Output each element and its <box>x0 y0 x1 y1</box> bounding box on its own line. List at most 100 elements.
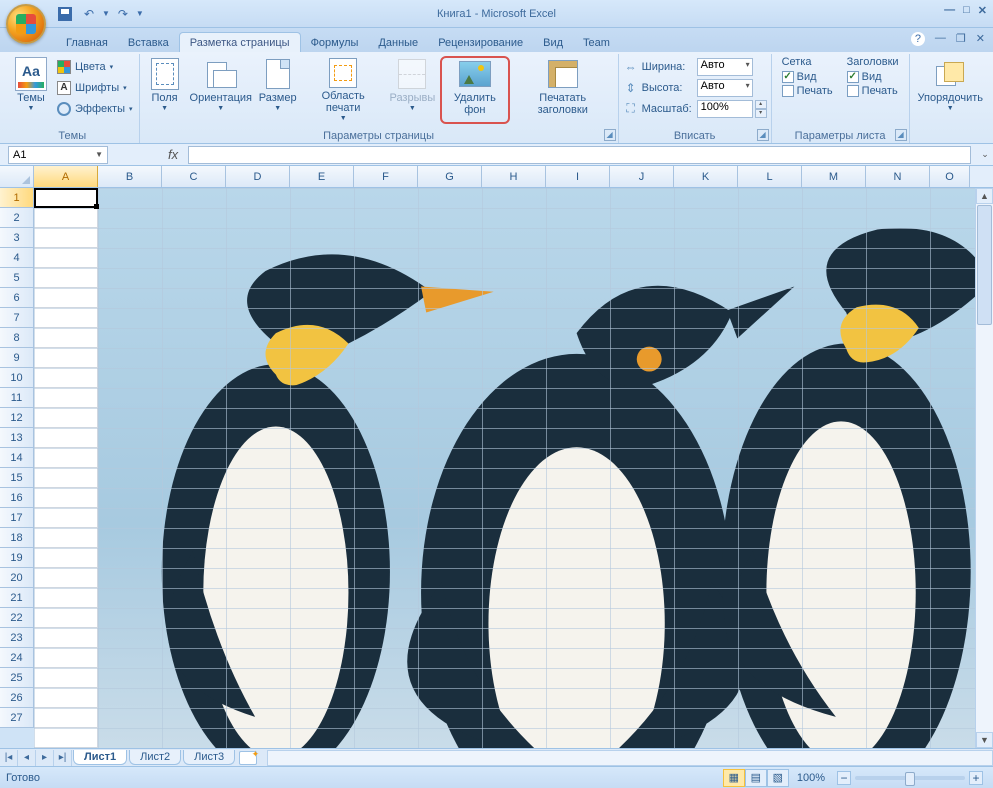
page-setup-launcher[interactable]: ◢ <box>604 129 616 141</box>
name-box[interactable]: A1▼ <box>8 146 108 164</box>
tab-review[interactable]: Рецензирование <box>428 33 533 52</box>
vertical-scrollbar[interactable]: ▲ ▼ <box>975 188 993 748</box>
column-header-b[interactable]: B <box>98 166 162 187</box>
delete-background-button[interactable]: Удалить фон <box>440 56 510 124</box>
name-box-dropdown-icon[interactable]: ▼ <box>95 150 103 159</box>
sheet-nav-first[interactable]: |◂ <box>0 750 18 766</box>
row-header-4[interactable]: 4 <box>0 248 34 268</box>
tab-page-layout[interactable]: Разметка страницы <box>179 32 301 52</box>
select-all-button[interactable] <box>0 166 34 187</box>
tab-data[interactable]: Данные <box>368 33 428 52</box>
sheet-tab-2[interactable]: Лист2 <box>129 750 181 765</box>
qat-undo-button[interactable]: ↶ <box>78 3 100 25</box>
maximize-button[interactable]: □ <box>963 4 970 17</box>
breaks-button[interactable]: Разрывы▼ <box>387 56 438 124</box>
column-header-k[interactable]: K <box>674 166 738 187</box>
zoom-in-button[interactable]: + <box>969 771 983 785</box>
qat-save-button[interactable] <box>54 3 76 25</box>
effects-button[interactable]: Эффекты▾ <box>54 98 135 119</box>
sheet-nav-prev[interactable]: ◂ <box>18 750 36 766</box>
formula-bar-expand-button[interactable]: ⌄ <box>977 149 993 160</box>
row-header-6[interactable]: 6 <box>0 288 34 308</box>
minimize-button[interactable]: — <box>944 4 955 17</box>
undo-dropdown-icon[interactable]: ▼ <box>102 9 110 18</box>
gridlines-print-checkbox[interactable] <box>782 85 794 97</box>
height-input[interactable]: Авто <box>697 79 753 97</box>
normal-view-button[interactable]: ▦ <box>723 769 745 787</box>
headings-print-checkbox[interactable] <box>847 85 859 97</box>
page-layout-view-button[interactable]: ▤ <box>745 769 767 787</box>
sheet-nav-next[interactable]: ▸ <box>36 750 54 766</box>
zoom-percent[interactable]: 100% <box>797 772 825 784</box>
tab-home[interactable]: Главная <box>56 33 118 52</box>
row-header-9[interactable]: 9 <box>0 348 34 368</box>
row-header-12[interactable]: 12 <box>0 408 34 428</box>
new-sheet-button[interactable] <box>239 751 257 765</box>
scroll-thumb[interactable] <box>977 205 992 325</box>
page-break-view-button[interactable]: ▧ <box>767 769 789 787</box>
row-header-7[interactable]: 7 <box>0 308 34 328</box>
row-header-25[interactable]: 25 <box>0 668 34 688</box>
qat-customize-icon[interactable]: ▼ <box>136 9 144 18</box>
row-header-15[interactable]: 15 <box>0 468 34 488</box>
column-header-e[interactable]: E <box>290 166 354 187</box>
formula-input[interactable] <box>188 146 971 164</box>
row-header-5[interactable]: 5 <box>0 268 34 288</box>
size-button[interactable]: Размер▼ <box>256 56 299 124</box>
zoom-out-button[interactable]: − <box>837 771 851 785</box>
tab-view[interactable]: Вид <box>533 33 573 52</box>
qat-redo-button[interactable]: ↷ <box>112 3 134 25</box>
column-header-i[interactable]: I <box>546 166 610 187</box>
row-header-2[interactable]: 2 <box>0 208 34 228</box>
column-header-f[interactable]: F <box>354 166 418 187</box>
tab-team[interactable]: Team <box>573 33 620 52</box>
horizontal-scrollbar[interactable] <box>267 750 993 766</box>
row-header-1[interactable]: 1 <box>0 188 34 208</box>
column-header-d[interactable]: D <box>226 166 290 187</box>
scroll-down-button[interactable]: ▼ <box>976 732 993 748</box>
tab-formulas[interactable]: Формулы <box>301 33 369 52</box>
column-header-c[interactable]: C <box>162 166 226 187</box>
width-input[interactable]: Авто <box>697 58 753 76</box>
row-header-24[interactable]: 24 <box>0 648 34 668</box>
row-header-26[interactable]: 26 <box>0 688 34 708</box>
fonts-button[interactable]: Шрифты▾ <box>54 77 135 98</box>
help-icon[interactable]: ? <box>911 32 925 46</box>
row-header-11[interactable]: 11 <box>0 388 34 408</box>
grid[interactable] <box>34 188 993 748</box>
close-button[interactable]: ✕ <box>978 4 987 17</box>
column-header-l[interactable]: L <box>738 166 802 187</box>
row-header-21[interactable]: 21 <box>0 588 34 608</box>
tab-insert[interactable]: Вставка <box>118 33 179 52</box>
scale-down-button[interactable]: ▾ <box>755 109 767 118</box>
sheet-tab-3[interactable]: Лист3 <box>183 750 235 765</box>
sheet-tab-1[interactable]: Лист1 <box>73 750 127 765</box>
sheet-nav-last[interactable]: ▸| <box>54 750 72 766</box>
workbook-close-button[interactable]: ✕ <box>976 32 985 46</box>
column-header-h[interactable]: H <box>482 166 546 187</box>
fx-icon[interactable]: fx <box>168 147 178 162</box>
row-header-17[interactable]: 17 <box>0 508 34 528</box>
workbook-minimize-button[interactable]: — <box>935 32 946 46</box>
column-header-a[interactable]: A <box>34 166 98 187</box>
column-header-j[interactable]: J <box>610 166 674 187</box>
headings-view-checkbox[interactable] <box>847 71 859 83</box>
colors-button[interactable]: Цвета▾ <box>54 56 135 77</box>
themes-button[interactable]: Темы ▼ <box>10 56 52 124</box>
row-header-14[interactable]: 14 <box>0 448 34 468</box>
row-header-13[interactable]: 13 <box>0 428 34 448</box>
gridlines-view-checkbox[interactable] <box>782 71 794 83</box>
workbook-restore-button[interactable]: ❐ <box>956 32 966 46</box>
print-titles-button[interactable]: Печатать заголовки <box>512 56 614 124</box>
row-header-27[interactable]: 27 <box>0 708 34 728</box>
row-header-8[interactable]: 8 <box>0 328 34 348</box>
row-header-19[interactable]: 19 <box>0 548 34 568</box>
scroll-up-button[interactable]: ▲ <box>976 188 993 204</box>
row-header-20[interactable]: 20 <box>0 568 34 588</box>
column-header-o[interactable]: O <box>930 166 970 187</box>
row-header-18[interactable]: 18 <box>0 528 34 548</box>
row-header-22[interactable]: 22 <box>0 608 34 628</box>
sheet-options-launcher[interactable]: ◢ <box>895 129 907 141</box>
column-header-g[interactable]: G <box>418 166 482 187</box>
arrange-button[interactable]: Упорядочить▼ <box>914 56 987 124</box>
